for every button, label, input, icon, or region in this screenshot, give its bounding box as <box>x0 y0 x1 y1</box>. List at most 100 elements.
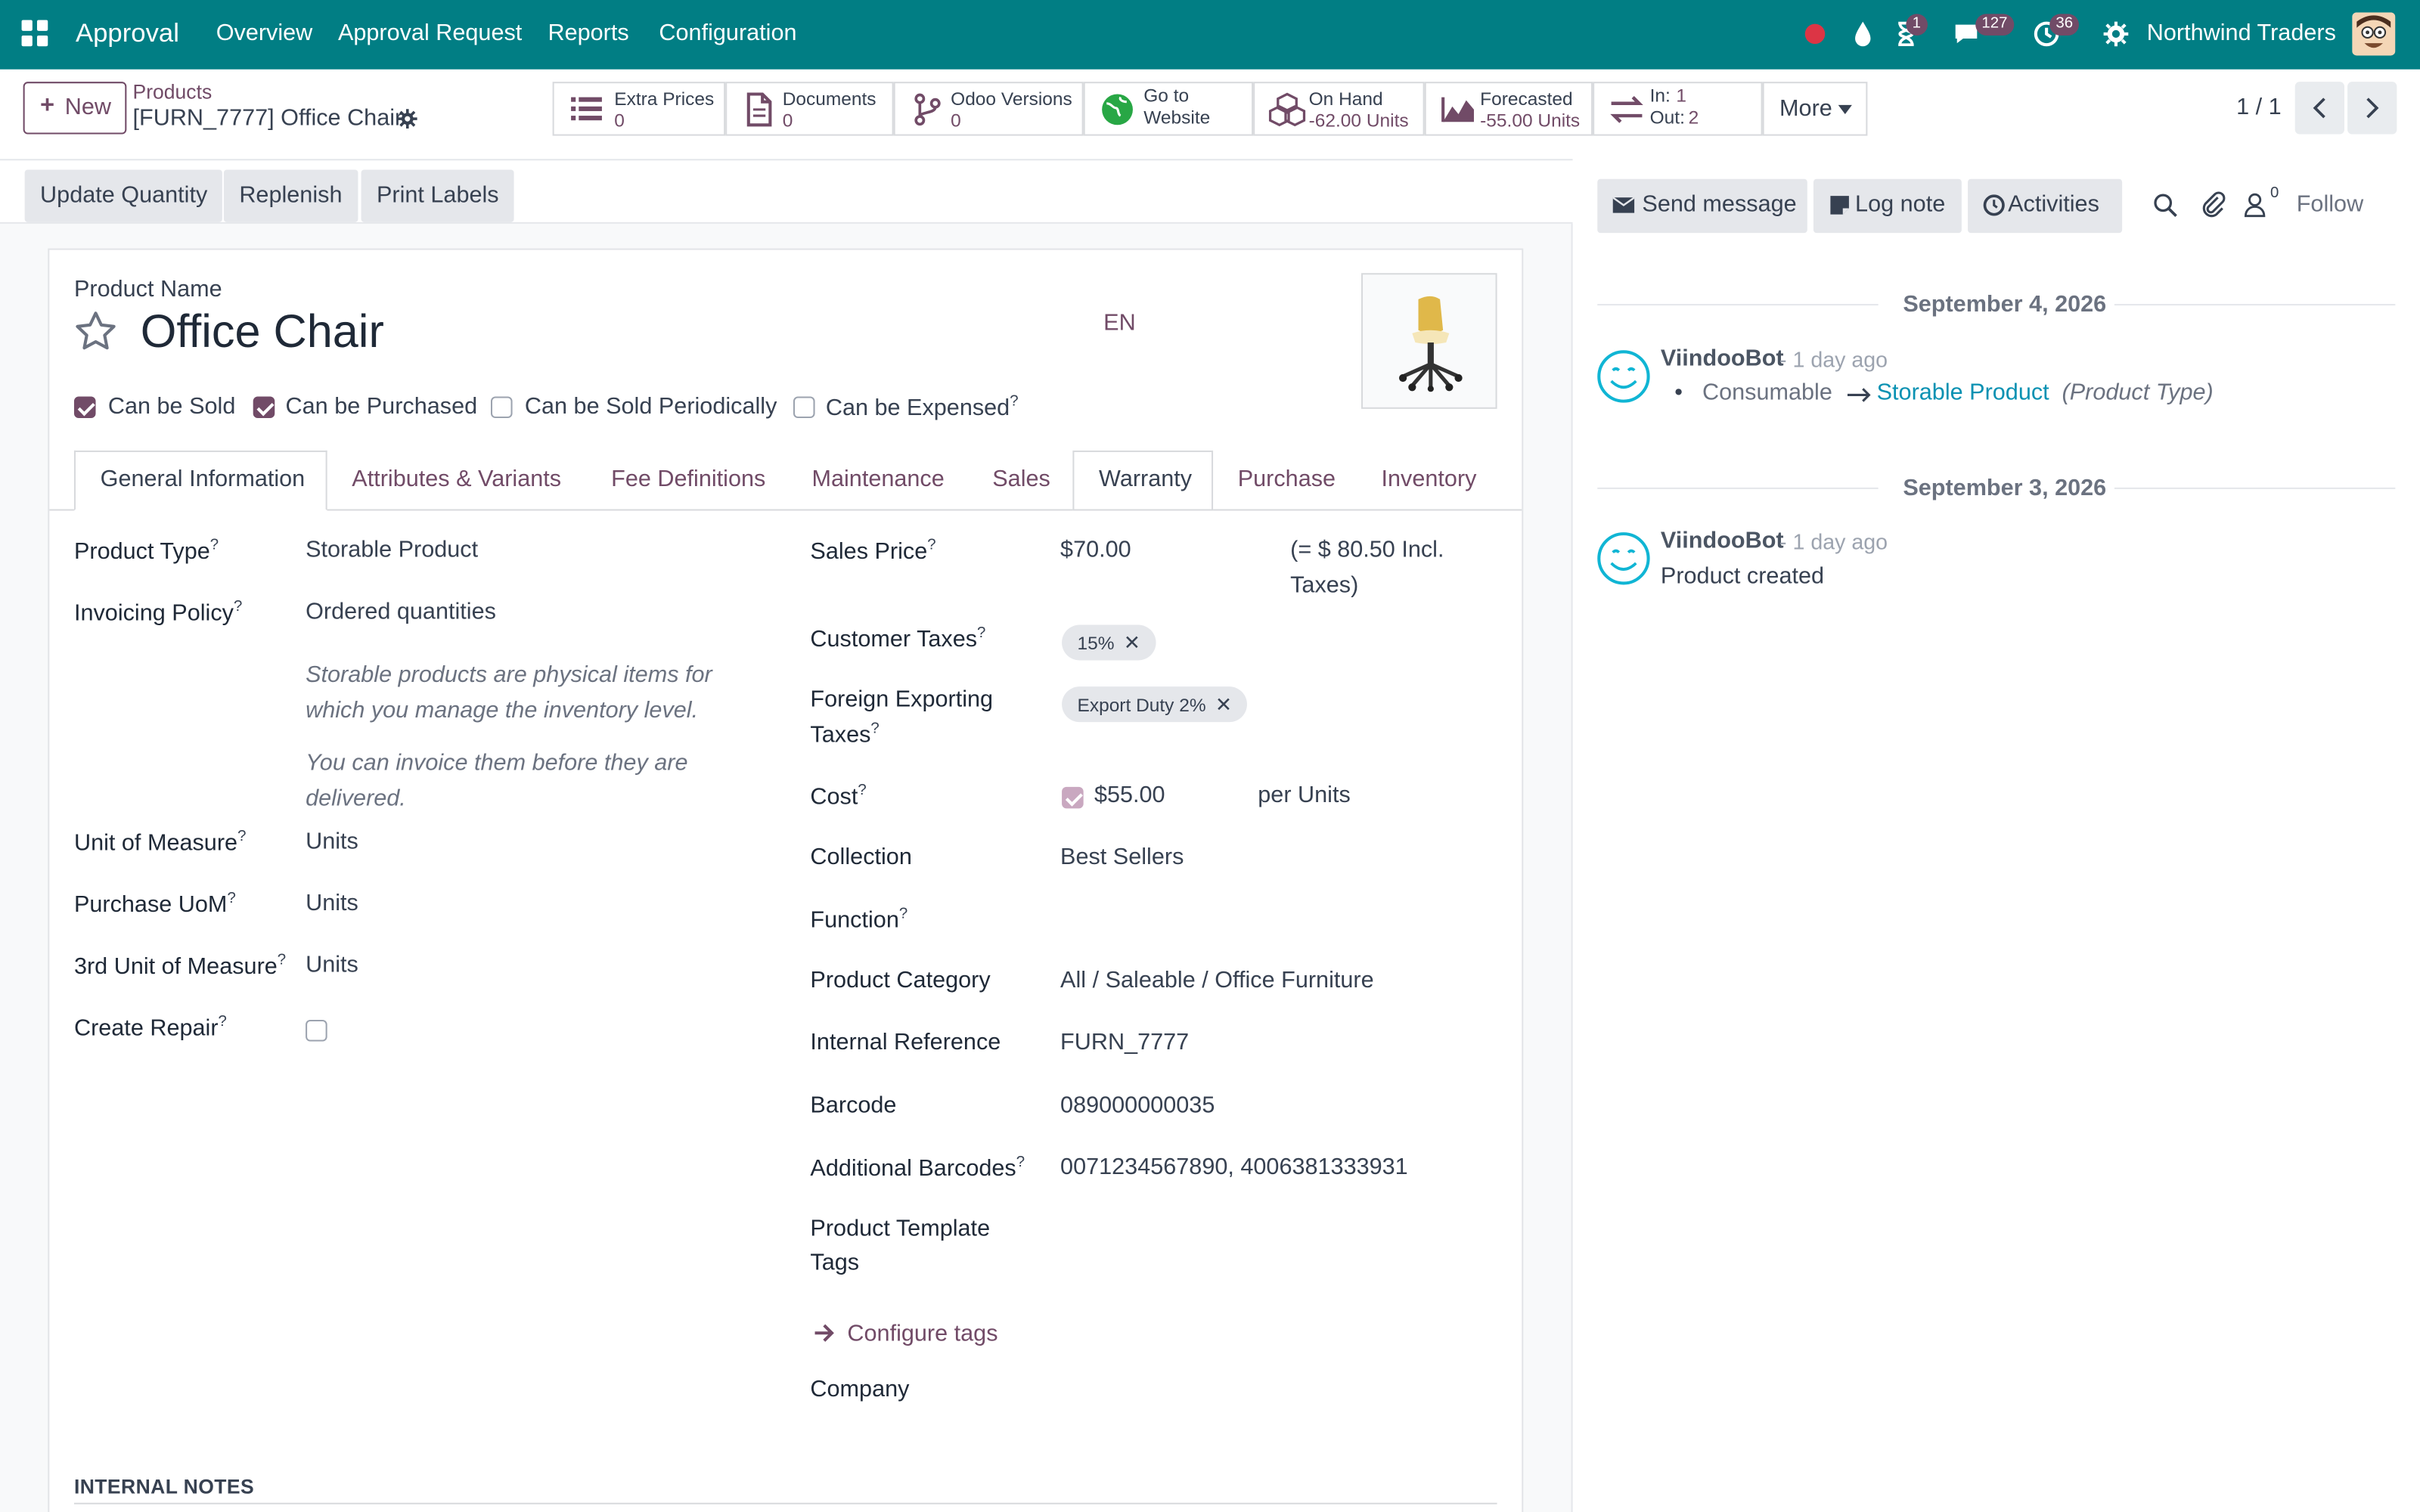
settings-icon[interactable] <box>2101 18 2132 49</box>
company-name[interactable]: Northwind Traders <box>2147 20 2336 47</box>
date-divider <box>1597 487 1879 489</box>
favorite-star-icon[interactable] <box>74 310 117 353</box>
user-avatar[interactable] <box>2352 12 2396 56</box>
apps-menu-icon[interactable] <box>21 20 50 48</box>
area-chart-icon <box>1441 97 1474 122</box>
tracking-field-name: (Product Type) <box>2062 380 2214 406</box>
plus-icon: + <box>40 92 55 119</box>
additional-barcodes-field[interactable]: 0071234567890, 4006381333931 <box>1060 1154 1408 1181</box>
recording-icon[interactable] <box>1803 22 1828 47</box>
invoicing-policy-label: Invoicing Policy? <box>73 598 243 627</box>
app-name[interactable]: Approval <box>76 18 179 49</box>
language-toggle[interactable]: EN <box>1103 310 1136 336</box>
template-tags-label-2: Tags <box>810 1250 860 1276</box>
cubes-icon <box>1268 92 1306 127</box>
product-type-select[interactable]: Storable Product <box>306 537 478 563</box>
cost-checkbox[interactable] <box>1062 786 1084 809</box>
menu-configuration[interactable]: Configuration <box>659 20 796 47</box>
tab-attributes-variants[interactable]: Attributes & Variants <box>352 466 561 492</box>
purchase-uom-field[interactable]: Units <box>306 891 358 917</box>
can-be-sold-checkbox[interactable] <box>73 396 96 419</box>
print-labels-button[interactable]: Print Labels <box>361 169 515 222</box>
documents-button[interactable]: Documents 0 <box>725 82 894 136</box>
can-be-purchased-checkbox[interactable] <box>253 396 275 419</box>
can-be-purchased-label[interactable]: Can be Purchased <box>286 393 478 420</box>
invoicing-policy-select[interactable]: Ordered quantities <box>306 599 496 625</box>
extra-prices-button[interactable]: Extra Prices 0 <box>552 82 726 136</box>
customer-tax-tag[interactable]: 15% ✕ <box>1062 624 1156 661</box>
collection-label: Collection <box>810 844 912 871</box>
message-author[interactable]: ViindooBot <box>1661 528 1784 554</box>
go-to-website-button[interactable]: Go to Website <box>1083 82 1254 136</box>
followers-count: 0 <box>2270 184 2279 203</box>
breadcrumb-current: [FURN_7777] Office Chair <box>132 104 403 132</box>
menu-reports[interactable]: Reports <box>548 20 628 47</box>
office-chair-image <box>1399 296 1463 392</box>
in-out-button[interactable]: In: 1 Out: 2 <box>1593 82 1763 136</box>
droplet-icon[interactable] <box>1848 18 1879 49</box>
activities-button[interactable]: Activities <box>1968 178 2123 234</box>
product-image[interactable] <box>1361 273 1497 409</box>
replenish-button[interactable]: Replenish <box>223 169 358 222</box>
menu-overview[interactable]: Overview <box>216 20 313 47</box>
update-quantity-button[interactable]: Update Quantity <box>24 169 223 222</box>
barcode-field[interactable]: 089000000035 <box>1060 1092 1215 1119</box>
paperclip-icon[interactable] <box>2201 191 2226 219</box>
third-uom-label: 3rd Unit of Measure? <box>73 952 287 980</box>
foreign-tax-tag[interactable]: Export Duty 2% ✕ <box>1062 686 1248 723</box>
send-message-button[interactable]: Send message <box>1597 178 1807 234</box>
tab-fee-definitions[interactable]: Fee Definitions <box>611 466 765 492</box>
cost-per-unit: per Units <box>1258 782 1351 809</box>
configure-tags-link[interactable]: Configure tags <box>847 1321 997 1347</box>
message-author[interactable]: ViindooBot <box>1661 345 1784 372</box>
remove-tag-icon[interactable]: ✕ <box>1215 692 1232 716</box>
create-repair-checkbox[interactable] <box>306 1019 327 1042</box>
pager-previous-button[interactable] <box>2294 82 2344 135</box>
on-hand-button[interactable]: On Hand -62.00 Units <box>1253 82 1425 136</box>
envelope-icon <box>1612 197 1635 213</box>
cost-field[interactable]: $55.00 <box>1094 782 1165 809</box>
tab-warranty[interactable]: Warranty <box>1099 466 1192 492</box>
product-type-help-1: Storable products are physical items for… <box>306 662 712 723</box>
pager-next-button[interactable] <box>2347 82 2397 135</box>
tracking-old-value: Consumable <box>1702 380 1832 406</box>
new-button[interactable]: + New <box>23 82 127 135</box>
search-icon[interactable] <box>2153 193 2178 218</box>
sales-price-field[interactable]: $70.00 <box>1060 537 1131 563</box>
can-be-expensed-label[interactable]: Can be Expensed? <box>826 393 1019 421</box>
user-icon[interactable] <box>2244 193 2266 218</box>
tab-purchase[interactable]: Purchase <box>1238 466 1336 492</box>
sticky-note-icon <box>1830 196 1849 215</box>
can-be-expensed-checkbox[interactable] <box>793 396 815 419</box>
tab-general-information[interactable]: General Information <box>101 466 306 492</box>
tab-inventory[interactable]: Inventory <box>1382 466 1477 492</box>
third-uom-field[interactable]: Units <box>306 952 358 978</box>
can-be-sold-label[interactable]: Can be Sold <box>108 393 235 420</box>
collection-field[interactable]: Best Sellers <box>1060 844 1184 870</box>
remove-tag-icon[interactable]: ✕ <box>1124 631 1140 655</box>
can-be-sold-periodically-checkbox[interactable] <box>490 396 513 419</box>
purchase-uom-label: Purchase UoM? <box>73 890 236 919</box>
tab-sales[interactable]: Sales <box>992 466 1050 492</box>
can-be-sold-periodically-label[interactable]: Can be Sold Periodically <box>525 393 777 420</box>
breadcrumb-products[interactable]: Products <box>133 80 213 104</box>
product-name-input[interactable]: Office Chair <box>141 307 384 359</box>
odoo-versions-button[interactable]: Odoo Versions 0 <box>893 82 1084 136</box>
tab-maintenance[interactable]: Maintenance <box>811 466 944 492</box>
uom-field[interactable]: Units <box>306 829 358 855</box>
internal-reference-field[interactable]: FURN_7777 <box>1060 1029 1189 1055</box>
menu-approval-request[interactable]: Approval Request <box>338 20 522 47</box>
product-category-field[interactable]: All / Saleable / Office Furniture <box>1060 968 1374 994</box>
barcode-label: Barcode <box>810 1092 897 1119</box>
gear-icon[interactable] <box>396 108 418 130</box>
message-time: - 1 day ago <box>1779 347 1888 372</box>
pager-value[interactable]: 1 / 1 <box>2236 94 2282 120</box>
additional-barcodes-label: Additional Barcodes? <box>810 1154 1025 1182</box>
more-button[interactable]: More <box>1762 82 1868 136</box>
date-separator: September 4, 2026 <box>1903 291 2107 318</box>
product-type-label: Product Type? <box>73 537 219 565</box>
log-note-button[interactable]: Log note <box>1813 178 1962 234</box>
forecasted-button[interactable]: Forecasted -55.00 Units <box>1424 82 1593 136</box>
follow-button[interactable]: Follow <box>2297 191 2363 218</box>
chevron-left-icon <box>2313 98 2325 119</box>
